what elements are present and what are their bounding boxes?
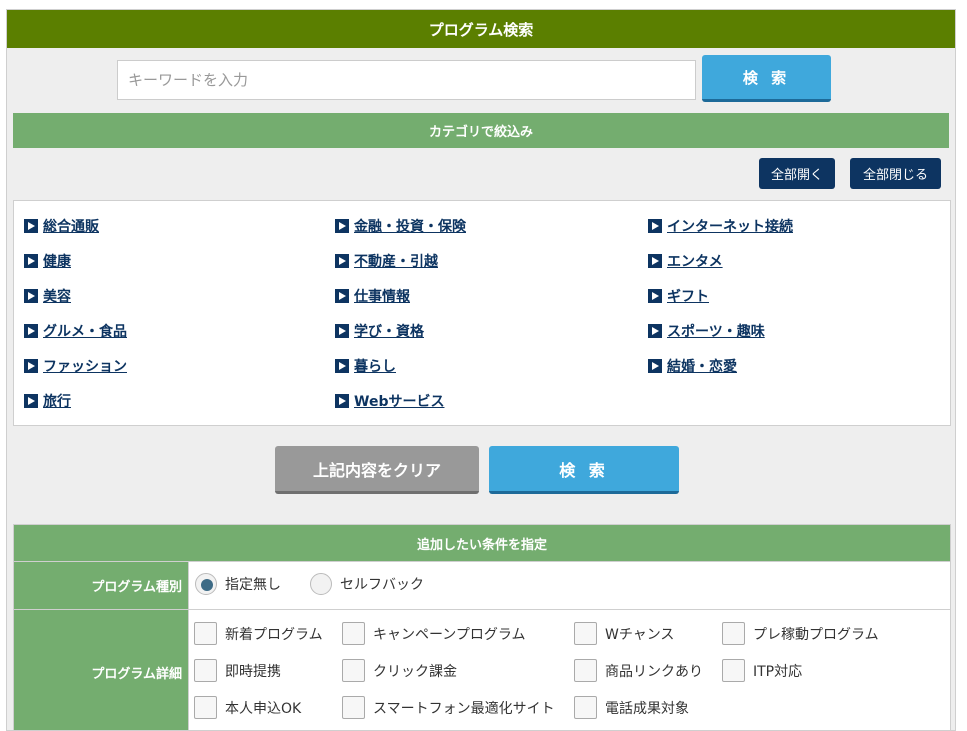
play-triangle-icon (335, 289, 349, 303)
checkbox-option[interactable]: 商品リンクあり (574, 659, 703, 682)
category-link[interactable]: 美容 (24, 286, 71, 306)
play-triangle-icon (24, 394, 38, 408)
play-triangle-icon (335, 254, 349, 268)
checkbox-option[interactable]: 新着プログラム (194, 622, 323, 645)
radio-option-selfback[interactable]: セルフバック (310, 573, 424, 595)
checkbox-icon[interactable] (342, 696, 365, 719)
category-link[interactable]: 学び・資格 (335, 321, 424, 341)
clear-button[interactable]: 上記内容をクリア (275, 446, 479, 494)
category-section-title: カテゴリで絞込み (13, 113, 949, 148)
checkbox-icon[interactable] (194, 659, 217, 682)
open-all-button[interactable]: 全部開く (759, 158, 835, 189)
checkbox-option[interactable]: 電話成果対象 (574, 696, 689, 719)
keyword-input[interactable] (117, 60, 696, 100)
category-link[interactable]: 総合通販 (24, 216, 99, 236)
category-link[interactable]: エンタメ (648, 251, 723, 271)
search-button[interactable]: 検 索 (702, 55, 831, 102)
category-link[interactable]: 暮らし (335, 356, 396, 376)
checkbox-icon[interactable] (722, 622, 745, 645)
checkbox-option[interactable]: 本人申込OK (194, 696, 301, 719)
category-link[interactable]: 旅行 (24, 391, 71, 411)
category-link[interactable]: 金融・投資・保険 (335, 216, 466, 236)
play-triangle-icon (648, 254, 662, 268)
category-link[interactable]: 仕事情報 (335, 286, 410, 306)
program-type-label: プログラム種別 (14, 562, 189, 609)
play-triangle-icon (335, 219, 349, 233)
category-link[interactable]: スポーツ・趣味 (648, 321, 765, 341)
play-triangle-icon (648, 324, 662, 338)
category-link[interactable]: ギフト (648, 286, 709, 306)
play-triangle-icon (24, 359, 38, 373)
checkbox-icon[interactable] (574, 622, 597, 645)
checkbox-icon[interactable] (342, 622, 365, 645)
conditions-table: 追加したい条件を指定 プログラム種別 指定無し セルフバック プログラム詳細 新… (13, 524, 951, 730)
search-button-bottom[interactable]: 検 索 (489, 446, 679, 494)
play-triangle-icon (335, 359, 349, 373)
category-link[interactable]: Webサービス (335, 391, 444, 411)
play-triangle-icon (648, 219, 662, 233)
checkbox-option[interactable]: プレ稼動プログラム (722, 622, 879, 645)
play-triangle-icon (24, 219, 38, 233)
checkbox-icon[interactable] (194, 622, 217, 645)
checkbox-icon[interactable] (722, 659, 745, 682)
category-link[interactable]: ファッション (24, 356, 127, 376)
close-all-button[interactable]: 全部閉じる (850, 158, 941, 189)
program-search-panel: プログラム検索 検 索 カテゴリで絞込み 全部開く 全部閉じる 総合通販 健康 … (6, 9, 956, 731)
category-link[interactable]: 不動産・引越 (335, 251, 438, 271)
category-link[interactable]: インターネット接続 (648, 216, 793, 236)
page-title: プログラム検索 (7, 10, 955, 48)
category-link[interactable]: 結婚・恋愛 (648, 356, 737, 376)
program-type-row: プログラム種別 指定無し セルフバック (14, 562, 950, 610)
play-triangle-icon (335, 394, 349, 408)
program-detail-row: プログラム詳細 新着プログラム キャンペーンプログラム Wチャンス プレ稼動プロ… (14, 610, 950, 730)
search-row: 検 索 (7, 55, 955, 105)
conditions-title: 追加したい条件を指定 (14, 525, 950, 562)
program-detail-label: プログラム詳細 (14, 610, 189, 730)
play-triangle-icon (24, 289, 38, 303)
play-triangle-icon (24, 254, 38, 268)
radio-selected-icon[interactable] (195, 573, 217, 595)
checkbox-icon[interactable] (574, 659, 597, 682)
play-triangle-icon (648, 289, 662, 303)
play-triangle-icon (24, 324, 38, 338)
checkbox-icon[interactable] (194, 696, 217, 719)
checkbox-option[interactable]: 即時提携 (194, 659, 281, 682)
play-triangle-icon (648, 359, 662, 373)
checkbox-icon[interactable] (342, 659, 365, 682)
checkbox-option[interactable]: クリック課金 (342, 659, 457, 682)
checkbox-option[interactable]: スマートフォン最適化サイト (342, 696, 555, 719)
checkbox-option[interactable]: Wチャンス (574, 622, 674, 645)
category-link[interactable]: グルメ・食品 (24, 321, 127, 341)
checkbox-option[interactable]: キャンペーンプログラム (342, 622, 525, 645)
radio-empty-icon[interactable] (310, 573, 332, 595)
checkbox-icon[interactable] (574, 696, 597, 719)
category-list: 総合通販 健康 美容 グルメ・食品 ファッション 旅行 金融・投資・保険 不動産… (13, 200, 951, 426)
play-triangle-icon (335, 324, 349, 338)
radio-option-none[interactable]: 指定無し (195, 573, 281, 595)
checkbox-option[interactable]: ITP対応 (722, 659, 802, 682)
category-link[interactable]: 健康 (24, 251, 71, 271)
